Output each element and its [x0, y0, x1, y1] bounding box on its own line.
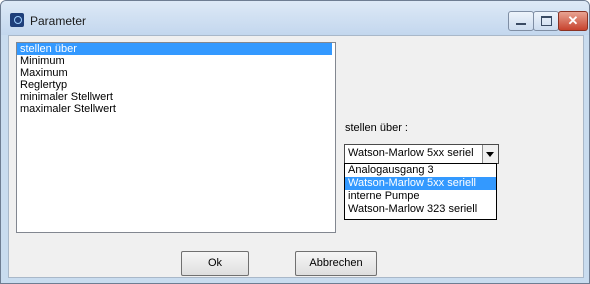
cancel-button[interactable]: Abbrechen [295, 251, 377, 276]
list-item[interactable]: Reglertyp [17, 79, 335, 91]
dropdown-option[interactable]: Watson-Marlow 5xx seriell [345, 177, 496, 190]
dropdown-option[interactable]: interne Pumpe [345, 190, 496, 203]
combobox-dropdown[interactable]: Analogausgang 3 Watson-Marlow 5xx seriel… [344, 163, 497, 220]
app-icon [10, 13, 24, 27]
list-item[interactable]: Minimum [17, 55, 335, 67]
stellen-ueber-label: stellen über : [345, 122, 408, 134]
parameter-dialog: Parameter ✕ stellen über Minimum Maximum… [0, 0, 590, 284]
list-item[interactable]: stellen über [17, 43, 332, 55]
maximize-button[interactable] [533, 11, 559, 31]
close-icon: ✕ [567, 13, 579, 28]
combobox-value: Watson-Marlow 5xx seriel [348, 147, 474, 159]
chevron-down-icon[interactable] [482, 145, 498, 163]
list-item[interactable]: maximaler Stellwert [17, 103, 335, 115]
dropdown-option[interactable]: Analogausgang 3 [345, 164, 496, 177]
window-title: Parameter [30, 14, 87, 28]
parameter-list[interactable]: stellen über Minimum Maximum Reglertyp m… [16, 42, 336, 233]
stellen-ueber-combobox[interactable]: Watson-Marlow 5xx seriel [344, 144, 499, 164]
list-item[interactable]: minimaler Stellwert [17, 91, 335, 103]
title-bar[interactable]: Parameter ✕ [1, 1, 589, 35]
list-item[interactable]: Maximum [17, 67, 335, 79]
close-button[interactable]: ✕ [558, 11, 588, 31]
dropdown-option[interactable]: Watson-Marlow 323 seriell [345, 203, 496, 216]
ok-button[interactable]: Ok [181, 251, 249, 276]
dialog-body: stellen über Minimum Maximum Reglertyp m… [8, 35, 584, 278]
minimize-button[interactable] [508, 11, 534, 31]
